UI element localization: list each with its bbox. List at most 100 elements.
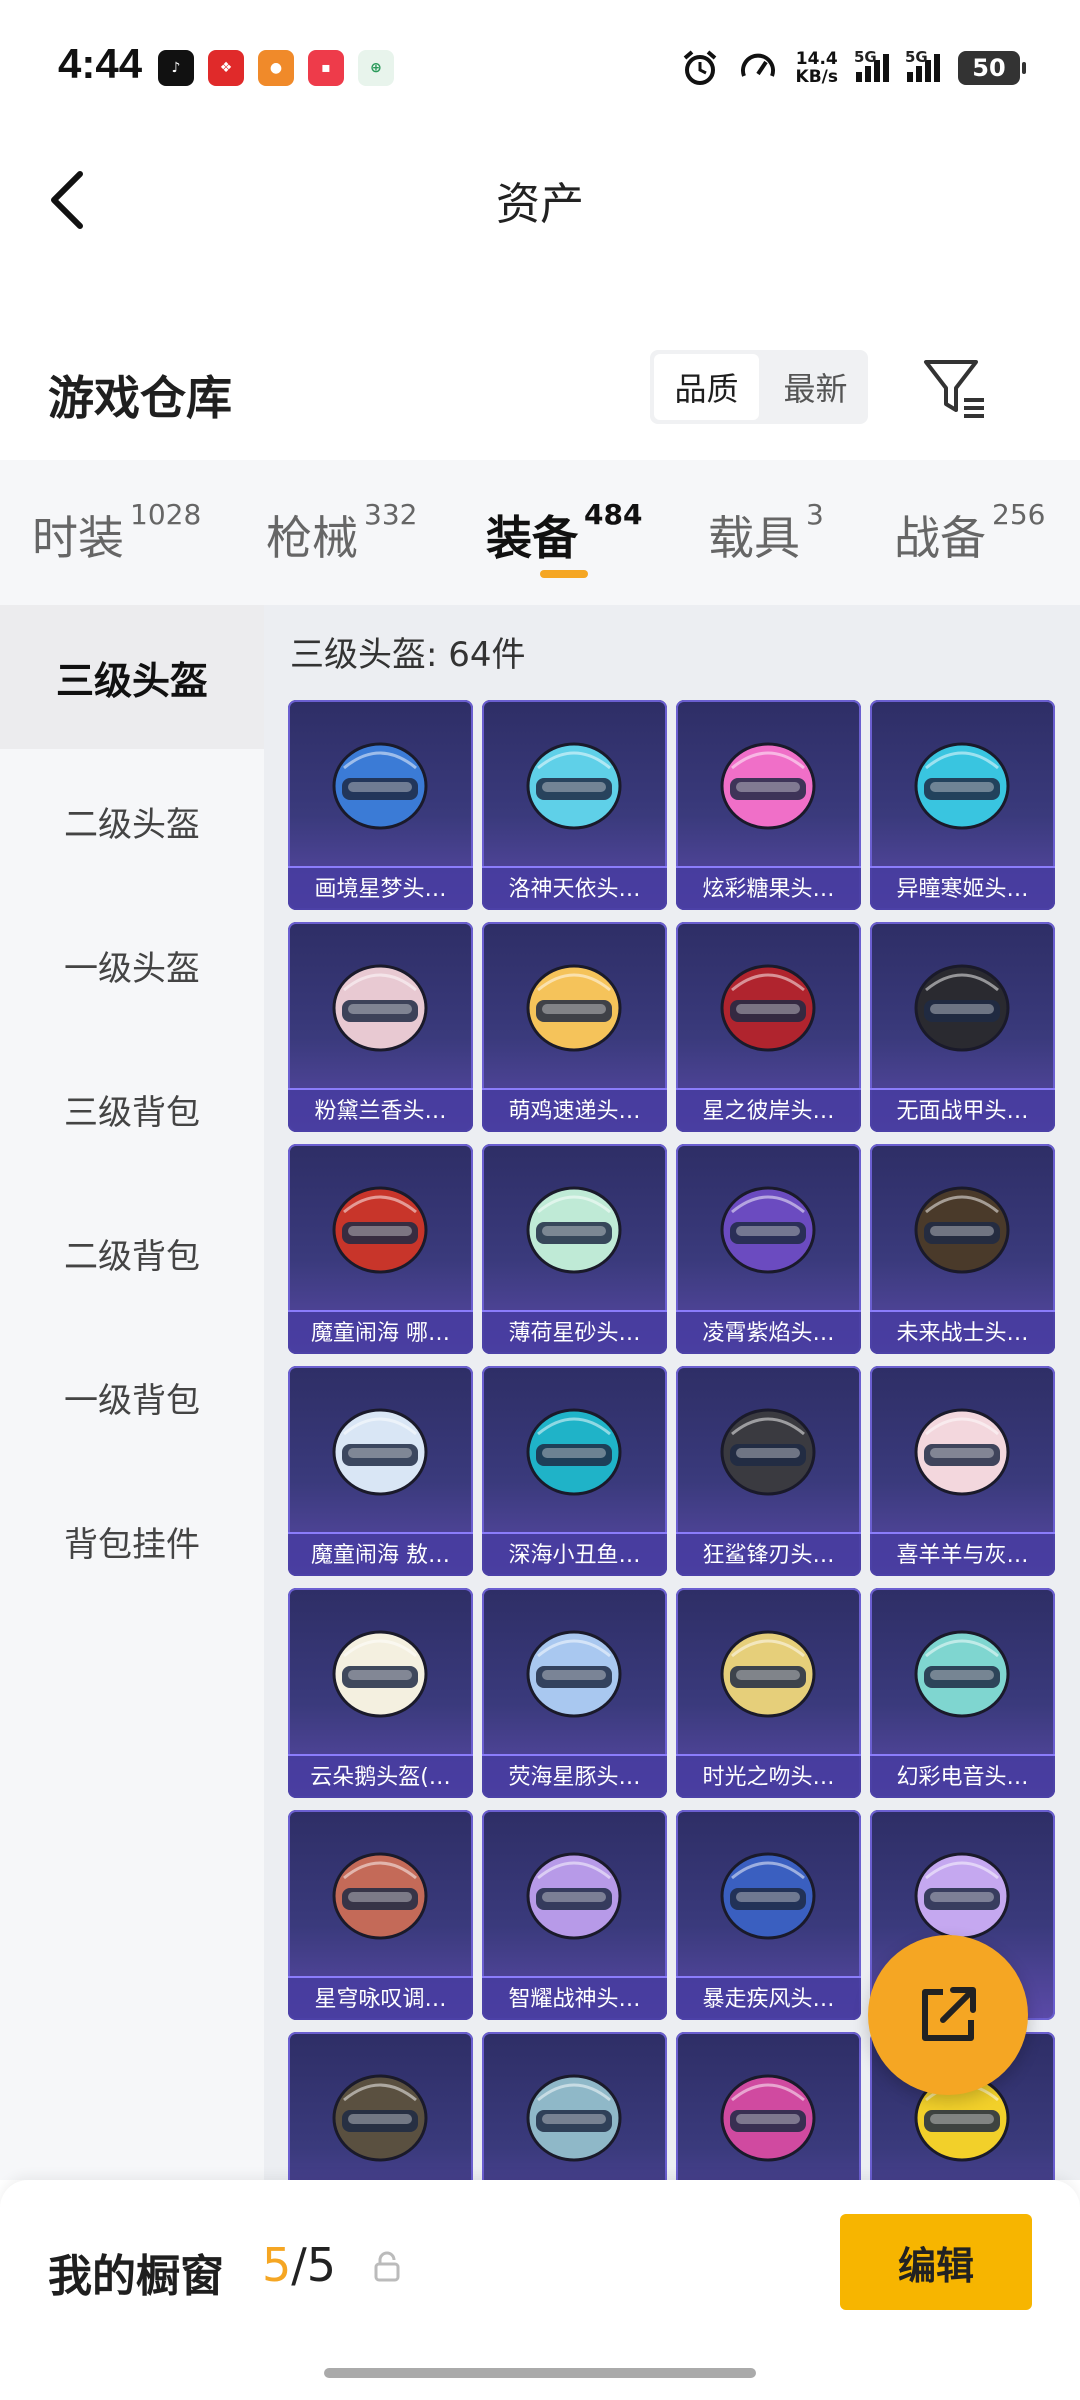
helmet-icon [720,1852,816,1940]
item-name: 画境星梦头… [288,866,473,910]
helmet-card[interactable]: 魔童闹海 敖… [288,1366,473,1576]
xiaohongshu-icon: ▪ [308,50,344,86]
helmet-icon [720,2074,816,2162]
helmet-icon [332,964,428,1052]
item-name: 粉黛兰香头… [288,1088,473,1132]
item-name: 炫彩糖果头… [676,866,861,910]
status-bar: 4:44 ♪ ❖ ● ▪ ⊕ 14.4 KB/s 5G 5G 50 [0,0,1080,110]
helmet-icon [526,1186,622,1274]
sidebar-item-level3-helmet[interactable]: 三级头盔 [0,605,264,749]
sort-quality-button[interactable]: 品质 [654,354,759,420]
edit-button[interactable]: 编辑 [840,2214,1032,2310]
sidebar-item-backpack-pendant[interactable]: 背包挂件 [0,1469,264,1613]
item-name: 喜羊羊与灰… [870,1532,1055,1576]
helmet-icon [720,742,816,830]
helmet-card[interactable]: 云朵鹅头盔(… [288,1588,473,1798]
tab-weapons[interactable]: 枪械 332 [266,498,417,568]
helmet-card[interactable]: 炫彩糖果头… [676,700,861,910]
helmet-card[interactable]: 星穹咏叹调… [288,1810,473,2020]
item-name: 时光之吻头… [676,1754,861,1798]
item-name: 魔童闹海 敖… [288,1532,473,1576]
helmet-card[interactable]: 喜羊羊与灰… [870,1366,1055,1576]
helmet-card[interactable]: 暴走疾风头… [676,1810,861,2020]
item-name: 幻彩电音头… [870,1754,1055,1798]
helmet-icon [720,1630,816,1718]
item-count-label: 三级头盔: 64件 [290,635,526,675]
item-name: 云朵鹅头盔(… [288,1754,473,1798]
helmet-card[interactable]: 洛神天依头… [482,700,667,910]
sidebar-item-level3-backpack[interactable]: 三级背包 [0,1037,264,1181]
helmet-icon [332,1186,428,1274]
sidebar-item-level2-helmet[interactable]: 二级头盔 [0,749,264,893]
item-name: 魔童闹海 哪… [288,1310,473,1354]
active-tab-indicator [540,570,588,578]
helmet-icon [720,1408,816,1496]
item-name: 深海小丑鱼… [482,1532,667,1576]
helmet-card[interactable]: 魔童闹海 哪… [288,1144,473,1354]
item-name: 星之彼岸头… [676,1088,861,1132]
sort-newest-button[interactable]: 最新 [763,350,868,424]
tab-fashion[interactable]: 时装 1028 [32,498,201,568]
sidebar-item-level2-backpack[interactable]: 二级背包 [0,1181,264,1325]
helmet-card[interactable] [288,2032,473,2180]
helmet-card[interactable]: 时光之吻头… [676,1588,861,1798]
tab-equipment[interactable]: 装备 484 [486,498,642,568]
helmet-card[interactable]: 狂鲨锋刃头… [676,1366,861,1576]
helmet-icon [914,1630,1010,1718]
helmet-card[interactable]: 画境星梦头… [288,700,473,910]
helmet-icon [332,1408,428,1496]
helmet-card[interactable]: 星之彼岸头… [676,922,861,1132]
helmet-icon [526,1630,622,1718]
battery-icon: 50 [958,51,1026,85]
helmet-icon [526,742,622,830]
filter-icon [924,360,984,418]
tab-supplies[interactable]: 战备 256 [894,498,1045,568]
orange-app-icon: ● [258,50,294,86]
category-tabs: 时装 1028 枪械 332 装备 484 载具 3 战备 256 [0,460,1080,605]
helmet-icon [526,1852,622,1940]
showcase-bar: 我的橱窗 5/5 编辑 [0,2180,1080,2400]
share-button[interactable] [868,1935,1028,2095]
helmet-icon [332,742,428,830]
helmet-card[interactable]: 无面战甲头… [870,922,1055,1132]
sidebar-item-level1-backpack[interactable]: 一级背包 [0,1325,264,1469]
helmet-icon [914,964,1010,1052]
showcase-label: 我的橱窗 [48,2251,224,2302]
tab-vehicles[interactable]: 载具 3 [708,498,824,568]
helmet-icon [526,964,622,1052]
signal-strength-icon: 5G [905,48,940,82]
helmet-card[interactable]: 荧海星豚头… [482,1588,667,1798]
helmet-card[interactable]: 深海小丑鱼… [482,1366,667,1576]
item-name: 狂鲨锋刃头… [676,1532,861,1576]
item-name: 萌鸡速递头… [482,1088,667,1132]
helmet-card[interactable]: 粉黛兰香头… [288,922,473,1132]
warehouse-header: 游戏仓库 品质 最新 [0,340,1080,460]
helmet-card[interactable]: 异瞳寒姬头… [870,700,1055,910]
helmet-card[interactable] [676,2032,861,2180]
helmet-card[interactable]: 幻彩电音头… [870,1588,1055,1798]
helmet-icon [332,2074,428,2162]
page-title: 资产 [496,179,584,230]
green-app-icon: ⊕ [358,50,394,86]
item-name: 凌霄紫焰头… [676,1310,861,1354]
helmet-card[interactable]: 未来战士头… [870,1144,1055,1354]
item-name: 智耀战神头… [482,1976,667,2020]
helmet-icon [914,1852,1010,1940]
item-name: 薄荷星砂头… [482,1310,667,1354]
helmet-icon [914,1408,1010,1496]
helmet-card[interactable]: 凌霄紫焰头… [676,1144,861,1354]
item-name: 星穹咏叹调… [288,1976,473,2020]
helmet-card[interactable]: 薄荷星砂头… [482,1144,667,1354]
helmet-card[interactable]: 萌鸡速递头… [482,922,667,1132]
item-name: 无面战甲头… [870,1088,1055,1132]
helmet-card[interactable]: 智耀战神头… [482,1810,667,2020]
system-icons: 14.4 KB/s 5G 5G 50 [680,48,1026,88]
app-header: 资产 [0,140,1080,260]
filter-button[interactable] [920,354,990,424]
showcase-count: 5/5 [262,2238,337,2292]
helmet-card[interactable] [482,2032,667,2180]
lock-icon [374,2251,400,2282]
home-indicator [324,2368,756,2378]
sidebar-item-level1-helmet[interactable]: 一级头盔 [0,893,264,1037]
notification-icons: ♪ ❖ ● ▪ ⊕ [158,50,394,86]
